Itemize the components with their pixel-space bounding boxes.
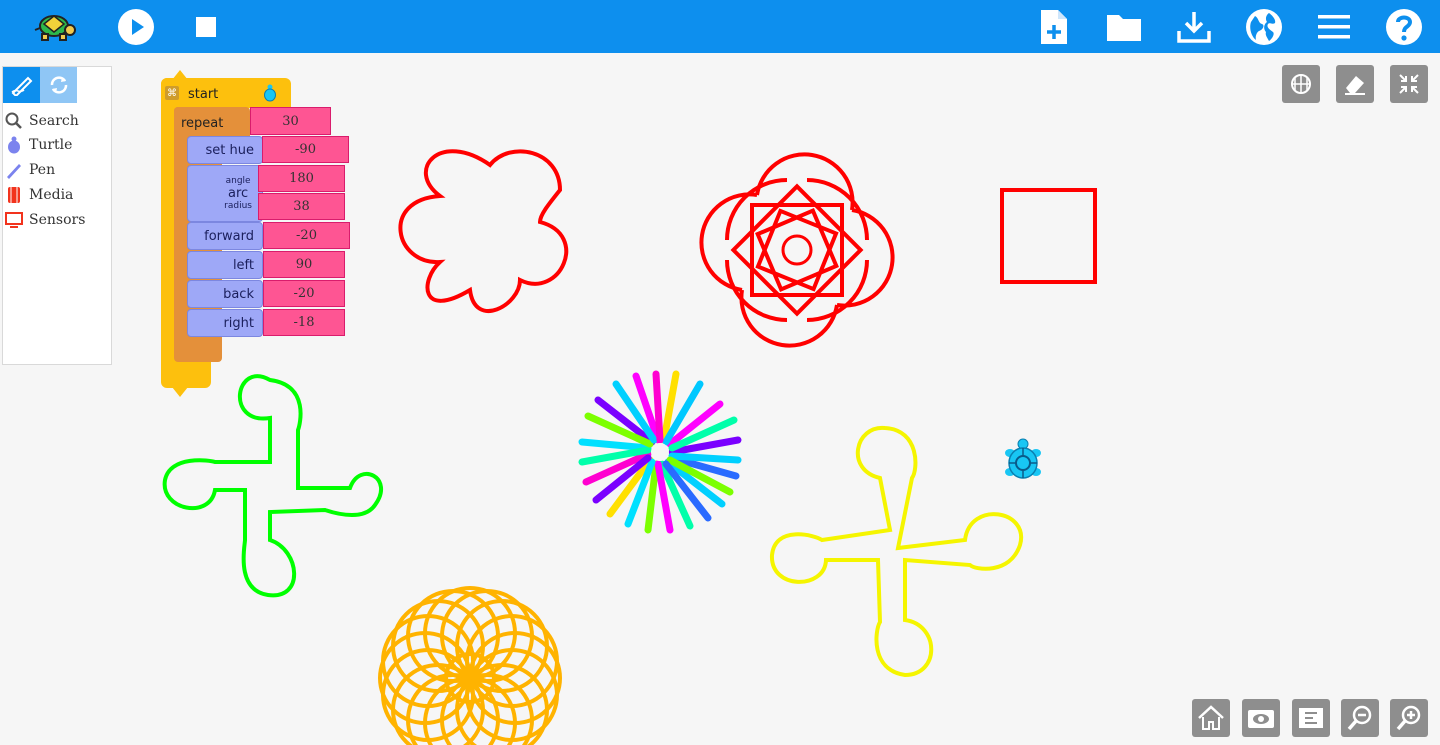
rainbow-burst-drawing [578,370,742,534]
left-arg[interactable]: 90 [263,251,345,278]
start-notch-icon [172,70,188,80]
media-icon [5,186,23,204]
repeat-count-arg[interactable]: 30 [250,107,331,135]
palette-item-turtle[interactable]: Turtle [5,134,72,156]
help-icon[interactable] [1381,4,1427,50]
forward-block[interactable]: forward [187,222,263,250]
left-block[interactable]: left [187,251,263,279]
menu-icon[interactable] [1311,4,1357,50]
arc-block[interactable]: angle arc radius [187,165,263,222]
search-icon [5,112,23,130]
refresh-icon [50,76,67,94]
block-palette: Search Turtle Pen Media Sensors [2,66,112,365]
new-project-icon[interactable] [1031,4,1077,50]
green-pinwheel-drawing [162,374,383,598]
turtle-sprite-icon[interactable] [1004,438,1042,484]
red-rosette-drawing [699,152,895,348]
pen-icon [5,161,23,179]
right-arg[interactable]: -18 [263,309,345,336]
arc-angle-label: angle [225,176,251,186]
arc-radius-arg[interactable]: 38 [258,193,345,220]
palette-item-media[interactable]: Media [5,184,73,206]
open-folder-icon[interactable] [1101,4,1147,50]
orange-spirograph-drawing [378,586,562,745]
collapse-icon[interactable] [1390,65,1428,103]
show-hide-blocks-icon[interactable] [1242,699,1280,737]
palette-item-sensors[interactable]: Sensors [5,209,85,231]
back-block[interactable]: back [187,280,263,308]
palette-tab-refresh[interactable] [40,67,77,103]
grid-icon[interactable] [1282,65,1320,103]
red-flower-drawing [398,149,569,313]
language-globe-icon[interactable] [1241,4,1287,50]
eraser-icon[interactable] [1336,65,1374,103]
back-arg[interactable]: -20 [263,280,345,307]
arc-angle-arg[interactable]: 180 [258,165,345,192]
stop-icon[interactable] [183,4,229,50]
set-hue-block[interactable]: set hue [187,136,263,164]
turtle-logo-icon[interactable] [31,4,77,50]
forward-arg[interactable]: -20 [263,222,350,249]
right-block[interactable]: right [187,309,263,337]
play-icon[interactable] [113,4,159,50]
pen-draw-icon [10,76,32,96]
collapse-block-icon[interactable]: ⌘ [165,86,179,100]
turtle-icon [5,136,23,154]
repeat-label: repeat [181,116,224,131]
palette-item-pen[interactable]: Pen [5,159,55,181]
turtle-badge-icon [264,84,276,102]
start-bottom-notch-icon [172,387,188,397]
save-download-icon[interactable] [1171,4,1217,50]
start-label: start [188,87,219,102]
clean-blocks-icon[interactable] [1292,699,1330,737]
set-hue-arg[interactable]: -90 [262,136,349,163]
zoom-out-icon[interactable] [1341,699,1379,737]
arc-label: arc [227,186,249,201]
sensors-icon [5,211,23,229]
palette-item-search[interactable]: Search [5,110,79,132]
yellow-pinwheel-drawing [769,425,1024,678]
red-square-drawing [1000,188,1097,284]
zoom-in-icon[interactable] [1390,699,1428,737]
top-toolbar [0,0,1440,53]
arc-radius-label: radius [224,201,252,211]
palette-tab-blocks[interactable] [3,67,40,103]
home-icon[interactable] [1192,699,1230,737]
